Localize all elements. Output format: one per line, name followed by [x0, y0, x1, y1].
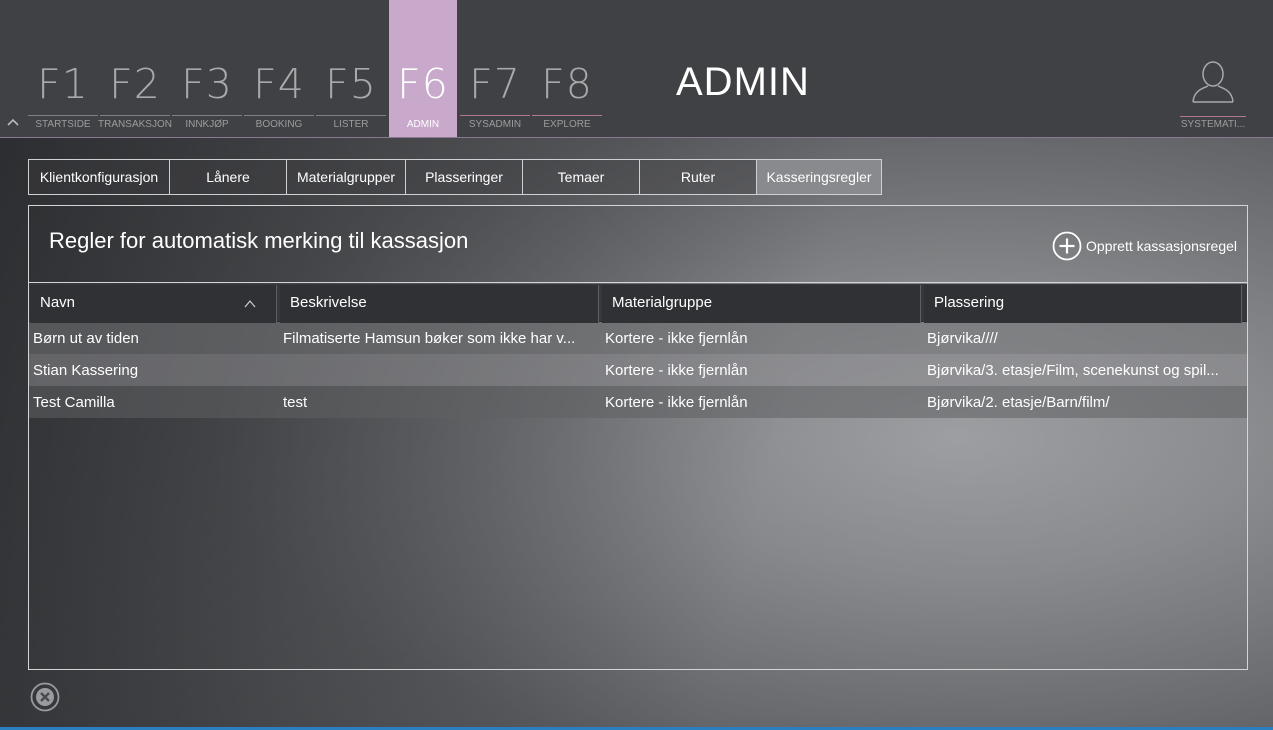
fkey-label: ADMIN	[406, 119, 440, 130]
user-underline	[1180, 116, 1246, 117]
fkey-label: LISTER	[333, 119, 369, 130]
fkey-f4[interactable]: F4 BOOKING	[244, 0, 314, 137]
user-menu[interactable]: SYSTEMATI...	[1178, 56, 1248, 136]
user-silhouette-icon	[1190, 60, 1236, 109]
fkey-number: F8	[541, 60, 593, 108]
fkey-label: INNKJØP	[185, 119, 229, 130]
tab-materialgrupper[interactable]: Materialgrupper	[287, 159, 406, 195]
tab-klientkonfigurasjon[interactable]: Klientkonfigurasjon	[28, 159, 170, 195]
fkey-underline	[460, 115, 530, 116]
table-row[interactable]: Børn ut av tiden Filmatiserte Hamsun bøk…	[29, 322, 1247, 354]
cell-navn: Stian Kassering	[33, 361, 139, 379]
rules-table: Navn Beskrivelse Materialgruppe Plasseri…	[29, 284, 1247, 418]
column-header-materialgruppe[interactable]: Materialgruppe	[602, 285, 921, 323]
fkey-underline	[172, 115, 242, 116]
cell-navn: Test Camilla	[33, 393, 115, 411]
tab-plasseringer[interactable]: Plasseringer	[406, 159, 523, 195]
cell-plassering: Bjørvika////	[927, 329, 998, 347]
fkey-number: F1	[37, 60, 89, 108]
cell-materialgruppe: Kortere - ikke fjernlån	[605, 361, 748, 379]
fkey-label: SYSADMIN	[468, 119, 522, 130]
chevron-up-icon[interactable]	[6, 116, 20, 130]
fkey-underline	[100, 115, 170, 116]
plus-circle-icon	[1052, 231, 1082, 261]
fkey-f6[interactable]: F6 ADMIN	[389, 0, 457, 137]
fkey-number: F2	[109, 60, 161, 108]
fkey-label: BOOKING	[255, 119, 303, 130]
table-row[interactable]: Stian Kassering Kortere - ikke fjernlån …	[29, 354, 1247, 386]
fkey-label: TRANSAKSJON	[98, 119, 172, 130]
tab-temaer[interactable]: Temaer	[523, 159, 640, 195]
panel-header: Regler for automatisk merking til kassas…	[29, 206, 1247, 283]
column-label: Navn	[40, 294, 76, 311]
fkey-label: STARTSIDE	[35, 119, 91, 130]
column-label: Materialgruppe	[612, 294, 713, 311]
create-rule-label: Opprett kassasjonsregel	[1086, 238, 1237, 254]
top-navigation-bar: F1 STARTSIDE F2 TRANSAKSJON F3 INNKJØP F…	[0, 0, 1273, 138]
user-label: SYSTEMATI...	[1180, 119, 1246, 130]
module-title: ADMIN	[676, 60, 810, 104]
table-header: Navn Beskrivelse Materialgruppe Plasseri…	[29, 284, 1247, 323]
create-rule-button[interactable]: Opprett kassasjonsregel	[1052, 230, 1237, 262]
column-header-beskrivelse[interactable]: Beskrivelse	[280, 285, 599, 323]
tab-kasseringsregler[interactable]: Kasseringsregler	[757, 159, 882, 195]
close-icon[interactable]	[30, 682, 60, 712]
fkey-number: F3	[181, 60, 233, 108]
rules-panel: Regler for automatisk merking til kassas…	[28, 205, 1248, 670]
column-label: Beskrivelse	[290, 294, 367, 311]
cell-materialgruppe: Kortere - ikke fjernlån	[605, 329, 748, 347]
fkey-f5[interactable]: F5 LISTER	[316, 0, 386, 137]
tab-ruter[interactable]: Ruter	[640, 159, 757, 195]
cell-plassering: Bjørvika/3. etasje/Film, scenekunst og s…	[927, 361, 1219, 379]
cell-beskrivelse: Filmatiserte Hamsun bøker som ikke har v…	[283, 329, 576, 347]
cell-materialgruppe: Kortere - ikke fjernlån	[605, 393, 748, 411]
fkey-number: F7	[469, 60, 521, 108]
fkey-number: F6	[397, 60, 449, 108]
fkey-underline	[532, 115, 602, 116]
page-title: Regler for automatisk merking til kassas…	[49, 228, 469, 253]
sort-ascending-icon	[244, 285, 256, 335]
fkey-f3[interactable]: F3 INNKJØP	[172, 0, 242, 137]
fkey-underline	[316, 115, 386, 116]
fkey-label: EXPLORE	[543, 119, 591, 130]
fkey-number: F4	[253, 60, 305, 108]
cell-beskrivelse: test	[283, 393, 308, 411]
fkey-f2[interactable]: F2 TRANSAKSJON	[98, 0, 172, 137]
admin-tabs: Klientkonfigurasjon Lånere Materialgrupp…	[28, 159, 882, 195]
fkey-f1[interactable]: F1 STARTSIDE	[28, 0, 98, 137]
tab-lanere[interactable]: Lånere	[170, 159, 287, 195]
column-header-navn[interactable]: Navn	[30, 285, 277, 323]
column-header-plassering[interactable]: Plassering	[924, 285, 1242, 323]
fkey-underline	[28, 115, 98, 116]
cell-plassering: Bjørvika/2. etasje/Barn/film/	[927, 393, 1110, 411]
cell-navn: Børn ut av tiden	[33, 329, 139, 347]
column-label: Plassering	[934, 294, 1005, 311]
fkey-f8[interactable]: F8 EXPLORE	[532, 0, 602, 137]
fkey-f7[interactable]: F7 SYSADMIN	[460, 0, 530, 137]
fkey-number: F5	[325, 60, 377, 108]
table-row[interactable]: Test Camilla test Kortere - ikke fjernlå…	[29, 386, 1247, 418]
fkey-underline	[244, 115, 314, 116]
